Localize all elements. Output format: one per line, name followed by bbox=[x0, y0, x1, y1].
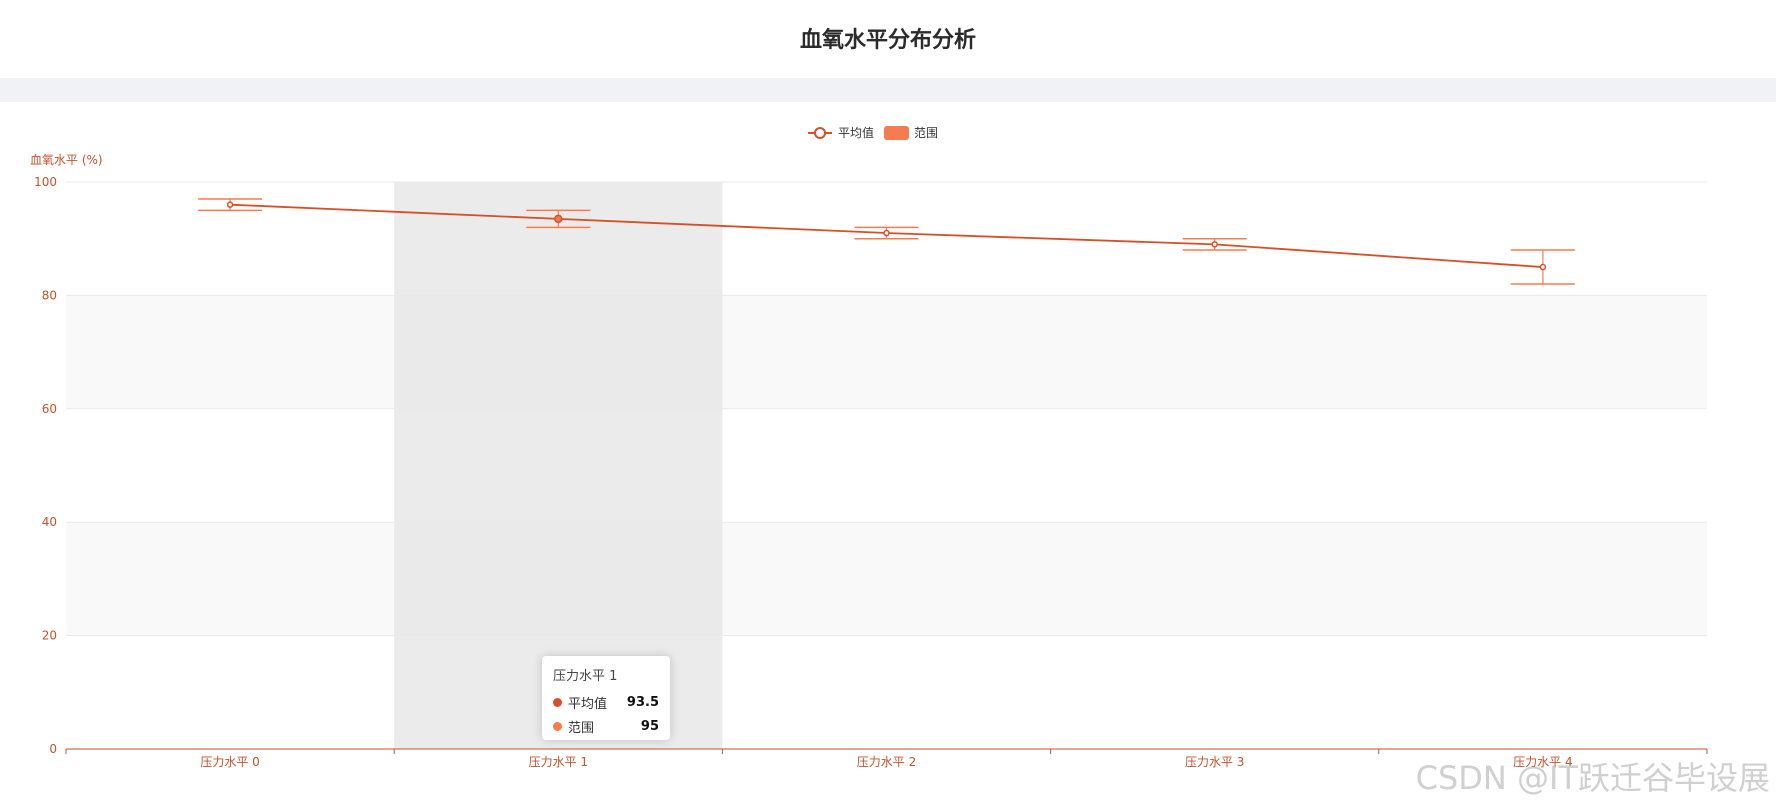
grid-band-3 bbox=[66, 295, 1707, 409]
tooltip-row-mean: 平均值 93.5 bbox=[553, 690, 659, 714]
mean-point-2[interactable] bbox=[883, 229, 890, 237]
page-header: 血氧水平分布分析 bbox=[0, 0, 1776, 78]
mean-point-3[interactable] bbox=[1211, 241, 1218, 248]
y-axis-label: 血氧水平 (%) bbox=[30, 153, 103, 167]
y-tick-label-0: 0 bbox=[49, 742, 57, 756]
x-tick-label-0[interactable]: 压力水平 0 bbox=[200, 755, 259, 769]
x-tick-label-3[interactable]: 压力水平 3 bbox=[1185, 755, 1244, 769]
section-divider bbox=[0, 78, 1776, 102]
legend-range-swatch-icon bbox=[884, 126, 909, 140]
watermark: CSDN @IT跃迁谷毕设展 bbox=[1415, 759, 1770, 797]
mean-point-1[interactable] bbox=[554, 214, 563, 224]
x-tick-label-2[interactable]: 压力水平 2 bbox=[857, 755, 916, 769]
chart-panel[interactable]: 0 20 40 60 80 100 血氧水平 (%) 压力水平 0 压力水平 1 压力水平 2 压力… bbox=[0, 102, 1776, 805]
y-tick-label-100: 100 bbox=[34, 175, 57, 189]
tooltip-mean-label: 平均值 bbox=[568, 696, 608, 712]
tooltip-range-value: 95 bbox=[640, 718, 659, 734]
grid-band-2 bbox=[66, 408, 1707, 523]
grid-band-0 bbox=[66, 635, 1707, 749]
oxygen-chart[interactable]: 0 20 40 60 80 100 血氧水平 (%) 压力水平 0 压力水平 1 压力水平 2 压力… bbox=[0, 102, 1776, 805]
page-title: 血氧水平分布分析 bbox=[799, 28, 976, 53]
chart-tooltip: 压力水平 1 平均值 93.5 范围 95 bbox=[542, 656, 670, 740]
x-tick-label-1[interactable]: 压力水平 1 bbox=[529, 755, 588, 769]
mean-point-4[interactable] bbox=[1539, 263, 1547, 271]
legend-mean-marker-icon bbox=[814, 127, 826, 139]
y-tick-label-80: 80 bbox=[42, 288, 57, 302]
y-tick-label-20: 20 bbox=[42, 629, 57, 643]
y-tick-label-60: 60 bbox=[42, 402, 57, 416]
legend-range-label[interactable]: 范围 bbox=[914, 126, 938, 140]
tooltip-title: 压力水平 1 bbox=[553, 669, 618, 684]
tooltip-range-dot-icon bbox=[553, 721, 562, 731]
tooltip-row-range: 范围 95 bbox=[553, 714, 659, 738]
tooltip-range-label: 范围 bbox=[568, 720, 595, 736]
tooltip-mean-dot-icon bbox=[553, 697, 562, 707]
tooltip-mean-value: 93.5 bbox=[626, 694, 659, 710]
legend-mean-label[interactable]: 平均值 bbox=[838, 125, 874, 140]
y-tick-label-40: 40 bbox=[42, 515, 57, 529]
mean-point-0[interactable] bbox=[226, 201, 234, 208]
grid-band-1 bbox=[66, 522, 1707, 636]
